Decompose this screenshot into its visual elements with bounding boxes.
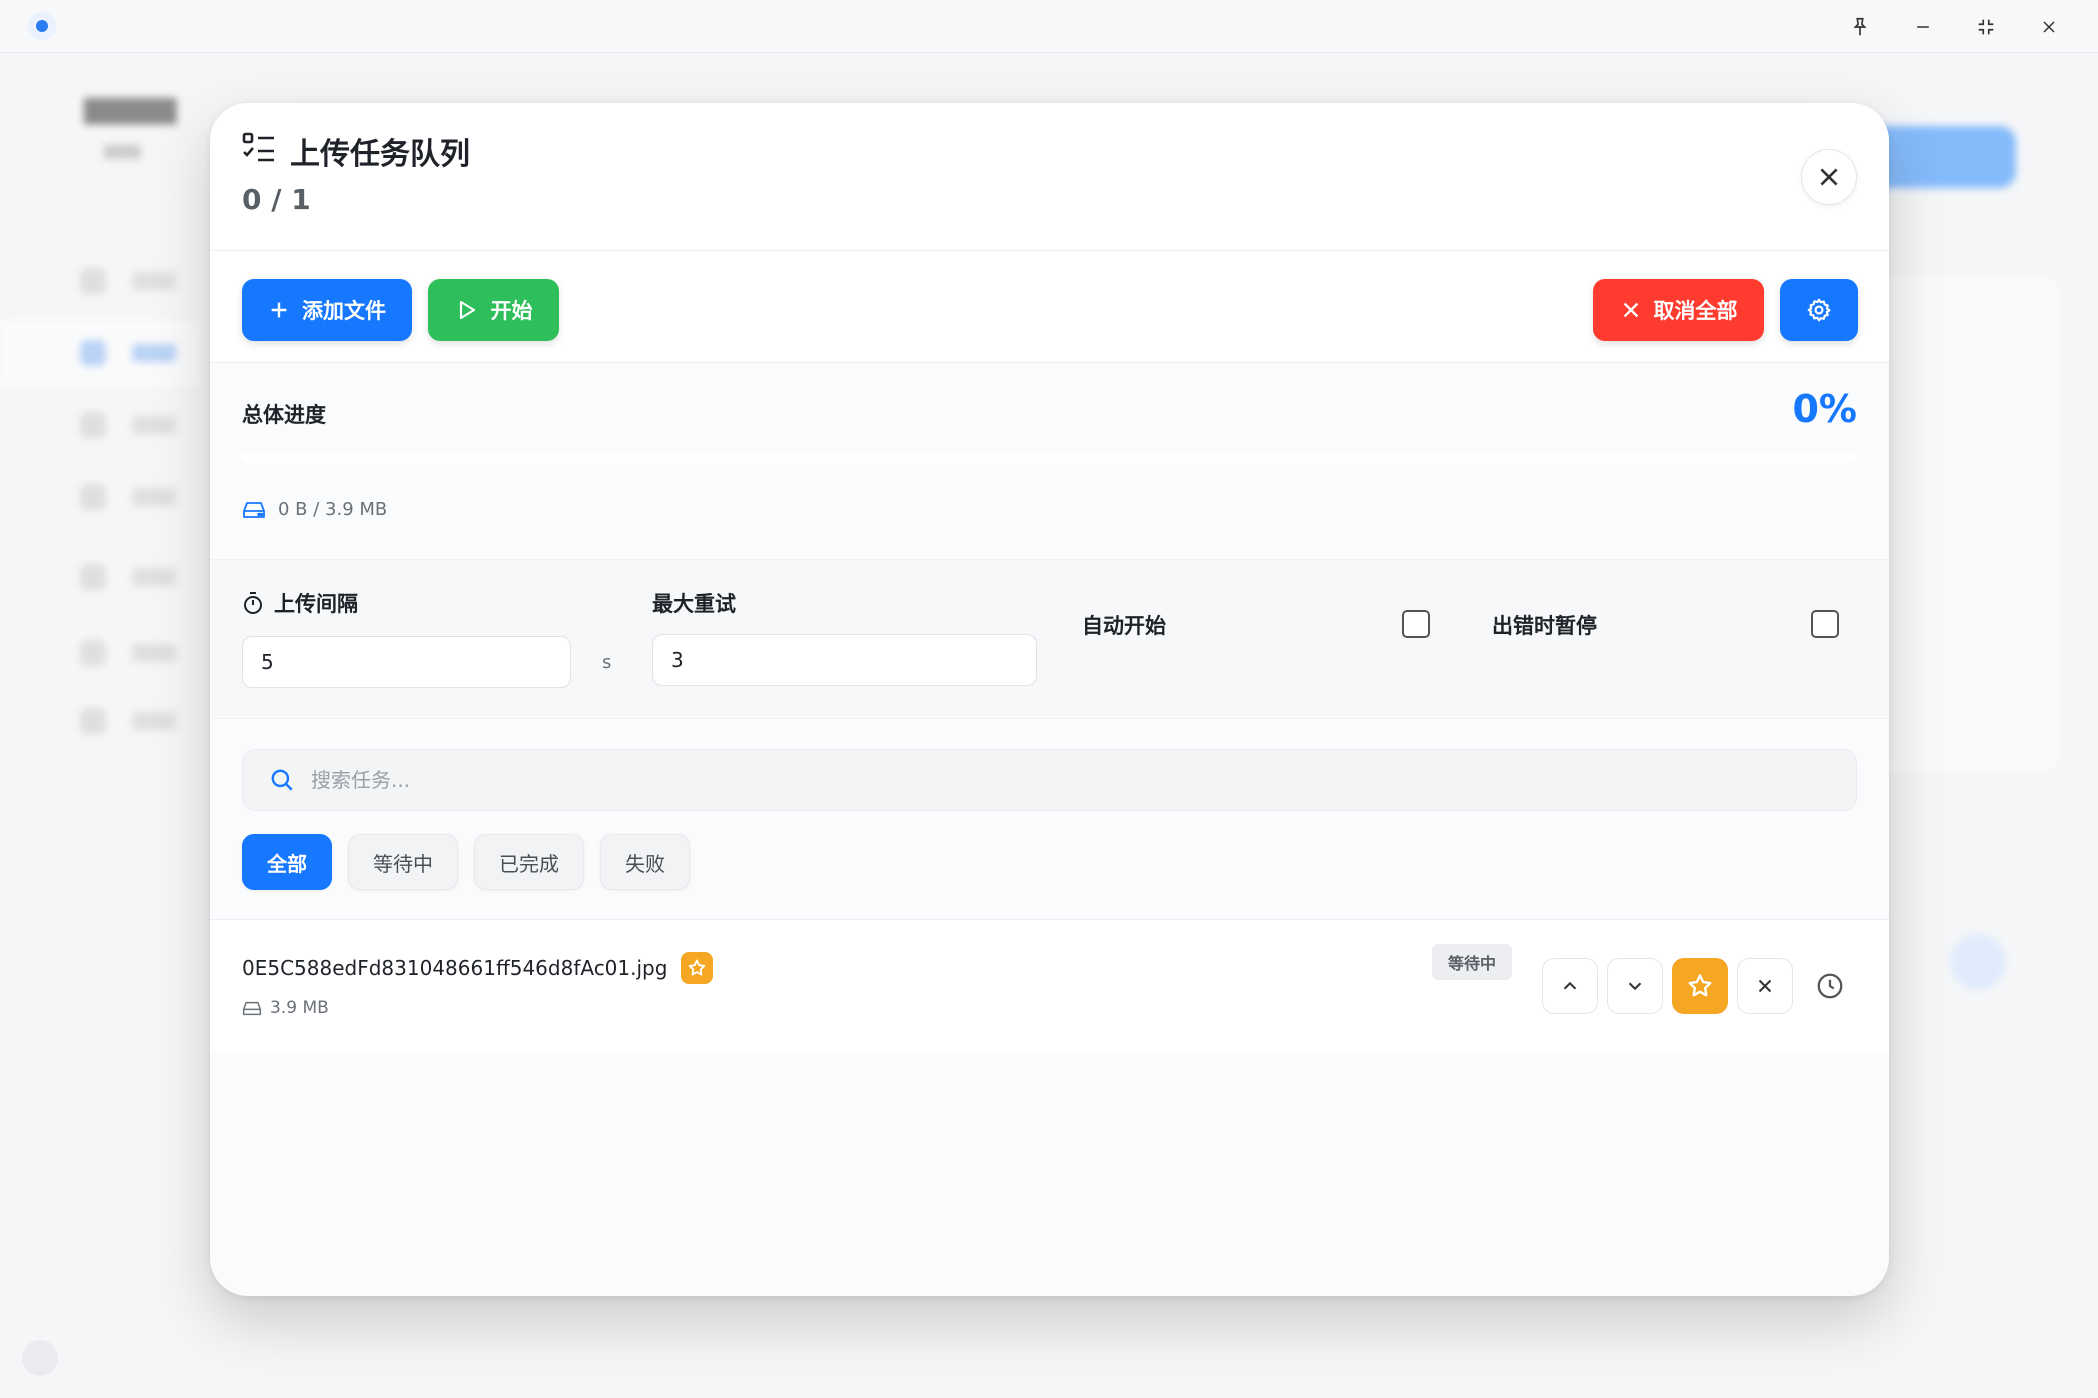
bg-nav-item	[0, 464, 200, 530]
bg-nav-item	[0, 620, 200, 686]
interval-unit: s	[602, 652, 612, 673]
interval-input[interactable]	[242, 636, 571, 688]
filter-completed[interactable]: 已完成	[474, 834, 584, 890]
bg-nav-item	[0, 248, 200, 314]
status-badge: 等待中	[1432, 944, 1513, 980]
upload-queue-modal: 上传任务队列 0 / 1 添加文件 开始 取消全部 总体进度 0% 0 B / …	[210, 103, 1889, 1296]
restore-icon[interactable]	[1969, 10, 2003, 44]
retry-label: 最大重试	[652, 592, 736, 616]
priority-star-button[interactable]	[1672, 958, 1728, 1014]
stopwatch-icon	[244, 592, 262, 614]
add-file-label: 添加文件	[302, 299, 386, 323]
add-file-button[interactable]: 添加文件	[242, 279, 412, 341]
minimize-icon[interactable]	[1906, 10, 1940, 44]
interval-label: 上传间隔	[242, 588, 358, 618]
search-input[interactable]	[311, 768, 1711, 792]
task-row: 0E5C588edFd831048661ff546d8fAc01.jpg 3.9…	[210, 919, 1889, 1053]
search-icon	[271, 769, 293, 791]
hard-drive-icon	[243, 501, 265, 518]
start-button[interactable]: 开始	[428, 279, 559, 341]
star-icon	[1688, 974, 1712, 997]
app-logo-icon	[28, 12, 56, 40]
cancel-all-button[interactable]: 取消全部	[1593, 279, 1764, 341]
window-titlebar	[0, 0, 2098, 53]
modal-header: 上传任务队列 0 / 1	[210, 103, 1889, 251]
retry-input[interactable]	[652, 634, 1037, 686]
toolbar: 添加文件 开始 取消全部	[210, 251, 1889, 363]
hard-drive-icon	[242, 1001, 262, 1015]
task-filename: 0E5C588edFd831048661ff546d8fAc01.jpg	[242, 956, 668, 980]
bg-circle	[1950, 934, 2006, 990]
chevron-up-icon	[1563, 981, 1577, 990]
clock-icon	[1817, 973, 1843, 999]
window-close-icon[interactable]	[2032, 10, 2066, 44]
bg-subtitle: ▆▆▆	[104, 140, 141, 159]
cancel-all-label: 取消全部	[1653, 299, 1738, 323]
filter-all[interactable]: 全部	[242, 834, 332, 890]
progress-size-text: 0 B / 3.9 MB	[278, 499, 388, 520]
status-filters: 全部 等待中 已完成 失败	[242, 834, 690, 890]
pause-on-error-label: 出错时暂停	[1492, 614, 1597, 638]
close-icon	[1820, 168, 1838, 186]
move-down-button[interactable]	[1607, 958, 1663, 1014]
task-search	[242, 749, 1857, 811]
pin-icon[interactable]	[1843, 10, 1877, 44]
auto-start-checkbox[interactable]	[1402, 610, 1430, 638]
interval-label-text: 上传间隔	[274, 592, 358, 616]
x-icon	[1623, 302, 1638, 318]
gear-icon	[1807, 298, 1831, 322]
plus-icon	[271, 302, 287, 318]
bg-bottom-icon	[22, 1340, 58, 1376]
progress-percent: 0%	[1792, 387, 1857, 431]
overall-progress-section: 总体进度 0% 0 B / 3.9 MB	[210, 363, 1889, 559]
close-icon	[1758, 979, 1772, 993]
bg-nav-item-active	[0, 320, 200, 386]
auto-start-label: 自动开始	[1082, 614, 1166, 638]
schedule-button[interactable]	[1802, 958, 1858, 1014]
task-size-text: 3.9 MB	[270, 998, 329, 1018]
star-badge-icon	[681, 952, 714, 984]
modal-title: 上传任务队列	[290, 137, 470, 172]
task-list-icon	[242, 132, 274, 162]
progress-size: 0 B / 3.9 MB	[242, 499, 387, 520]
pause-on-error-checkbox[interactable]	[1811, 610, 1839, 638]
progress-bar	[242, 453, 1857, 463]
bg-nav-item	[0, 392, 200, 458]
remove-task-button[interactable]	[1737, 958, 1793, 1014]
start-label: 开始	[490, 299, 533, 323]
chevron-down-icon	[1628, 982, 1642, 991]
progress-label: 总体进度	[242, 403, 326, 427]
task-name: 0E5C588edFd831048661ff546d8fAc01.jpg	[242, 952, 714, 984]
bg-nav-item	[0, 688, 200, 754]
move-up-button[interactable]	[1542, 958, 1598, 1014]
task-count: 0 / 1	[242, 183, 311, 216]
bg-brand: ▆▆▆▆	[84, 90, 177, 125]
filter-failed[interactable]: 失败	[600, 834, 690, 890]
settings-button[interactable]	[1780, 279, 1858, 341]
bg-nav-item	[0, 544, 200, 610]
task-size: 3.9 MB	[242, 998, 329, 1018]
modal-close-button[interactable]	[1801, 149, 1857, 205]
settings-section: 上传间隔 s 最大重试 自动开始 出错时暂停	[210, 559, 1889, 719]
play-icon	[459, 300, 475, 320]
filter-waiting[interactable]: 等待中	[348, 834, 458, 890]
